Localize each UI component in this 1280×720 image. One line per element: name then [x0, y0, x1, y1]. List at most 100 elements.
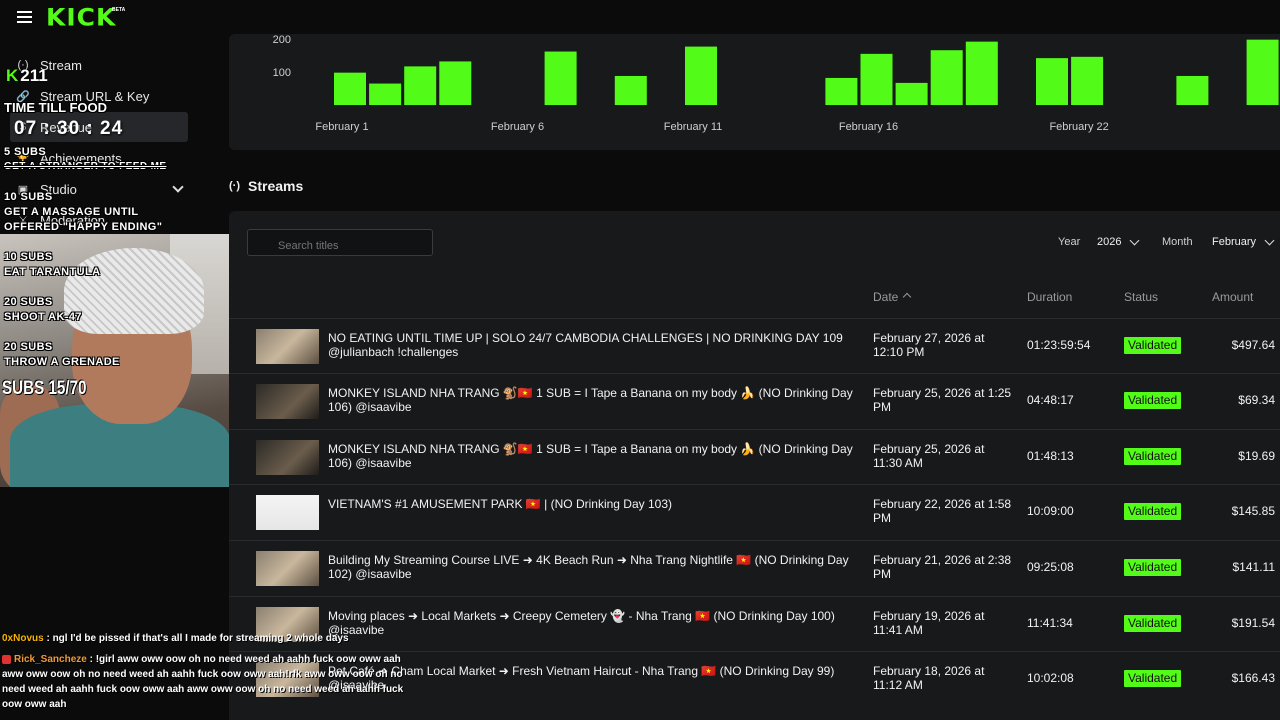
stream-amount: $497.64 [1231, 338, 1275, 352]
table-row[interactable]: MONKEY ISLAND NHA TRANG 🐒🇻🇳 1 SUB = I Ta… [229, 373, 1280, 428]
overlay-timer: 07 : 30 : 24 [14, 118, 124, 139]
table-row[interactable]: NO EATING UNTIL TIME UP | SOLO 24/7 CAMB… [229, 318, 1280, 373]
chat-text: !girl aww oww oow oh no need weed ah aah… [95, 654, 401, 665]
chart-bar[interactable] [825, 77, 858, 105]
search-input[interactable] [247, 229, 433, 256]
goal-subs: 20 SUBS [4, 341, 53, 353]
stream-thumbnail[interactable] [256, 384, 319, 419]
status-badge: Validated [1124, 670, 1182, 687]
chat-text: ngl I'd be pissed if that's all I made f… [52, 633, 349, 644]
chart-bar[interactable] [1071, 56, 1104, 105]
stream-duration: 04:48:17 [1027, 393, 1074, 407]
goal-subs: 5 SUBS [4, 146, 47, 158]
y-tick-label: 200 [273, 34, 291, 46]
stream-date: February 25, 2026 at 11:30 AM [873, 442, 985, 470]
chart-bar[interactable] [1036, 58, 1068, 105]
column-header-date[interactable]: Date [873, 290, 912, 304]
chart-bar[interactable] [895, 82, 928, 105]
stream-title[interactable]: MONKEY ISLAND NHA TRANG 🐒🇻🇳 1 SUB = I Ta… [328, 442, 853, 470]
stream-thumbnail[interactable] [256, 495, 319, 530]
goal-text: OFFERED "HAPPY ENDING" [4, 221, 163, 233]
stream-duration: 11:41:34 [1027, 616, 1073, 630]
stream-title[interactable]: NO EATING UNTIL TIME UP | SOLO 24/7 CAMB… [328, 331, 853, 359]
stream-thumbnail[interactable] [256, 440, 319, 475]
column-header-duration[interactable]: Duration [1027, 290, 1072, 304]
chat-username: 0xNovus [2, 633, 44, 644]
status-badge: Validated [1124, 503, 1182, 520]
chart-bar[interactable] [404, 66, 437, 105]
chart-bar[interactable] [1176, 75, 1209, 105]
goal-subs: 10 SUBS [4, 251, 53, 263]
stream-thumbnail[interactable] [256, 551, 319, 586]
top-bar: KICK BETA [0, 0, 1280, 34]
chart-bar[interactable] [544, 51, 577, 105]
chart-bar[interactable] [334, 72, 366, 105]
x-tick-label: February 1 [315, 121, 368, 133]
x-tick-label: February 22 [1049, 121, 1108, 133]
chart-bar[interactable] [439, 61, 472, 105]
overlay-title: TIME TILL FOOD [4, 100, 108, 115]
chart-bar[interactable] [930, 50, 963, 105]
chart-bar[interactable] [614, 75, 647, 105]
stream-amount: $145.85 [1231, 504, 1275, 518]
column-header-status[interactable]: Status [1124, 290, 1158, 304]
stream-duration: 10:09:00 [1027, 504, 1074, 518]
chart-bar[interactable] [860, 53, 893, 105]
stream-title[interactable]: Building My Streaming Course LIVE ➜ 4K B… [328, 553, 853, 581]
chart-bar[interactable] [1246, 39, 1279, 105]
y-tick-label: 100 [273, 67, 291, 79]
subs-progress: SUBS 15/70 [2, 378, 87, 399]
goal-text: EAT TARANTULA [4, 266, 101, 278]
streams-heading: (·) Streams [229, 178, 304, 194]
chat-message: aww oww oow oh no need weed ah aahh fuck… [2, 669, 403, 680]
status-badge: Validated [1124, 615, 1182, 632]
table-row[interactable]: VIETNAM'S #1 AMUSEMENT PARK 🇻🇳 | (NO Dri… [229, 484, 1280, 539]
stream-date: February 18, 2026 at 11:12 AM [873, 664, 985, 692]
month-label: Month [1162, 236, 1193, 248]
goal-subs: 20 SUBS [4, 296, 53, 308]
stream-duration: 09:25:08 [1027, 560, 1074, 574]
month-select[interactable]: February [1212, 236, 1256, 248]
column-header-amount[interactable]: Amount [1212, 290, 1253, 304]
table-row[interactable]: Building My Streaming Course LIVE ➜ 4K B… [229, 540, 1280, 595]
chat-message: need weed ah aahh fuck oow oww aah aww o… [2, 684, 404, 695]
chat-message: oow oww aah [2, 699, 67, 710]
kick-k-icon: K [6, 66, 19, 85]
stream-date: February 22, 2026 at 1:58 PM [873, 497, 1012, 525]
stream-amount: $19.69 [1238, 449, 1275, 463]
chat-username: Rick_Sancheze [14, 654, 87, 665]
x-tick-label: February 16 [839, 121, 898, 133]
revenue-chart: 200 100 February 1 February 6 February 11 Feb… [229, 34, 1280, 150]
chart-bar[interactable] [965, 41, 998, 105]
chat-message: Rick_Sancheze : !girl aww oww oow oh no … [2, 653, 401, 667]
status-badge: Validated [1124, 559, 1182, 576]
broadcast-icon: (·) [229, 180, 240, 192]
status-badge: Validated [1124, 337, 1182, 354]
table-row[interactable]: Moving places ➜ Local Markets ➜ Creepy C… [229, 596, 1280, 651]
goal-text: GET A STRANGER TO FEED ME [4, 161, 167, 172]
stream-title[interactable]: Moving places ➜ Local Markets ➜ Creepy C… [328, 609, 853, 637]
x-tick-label: February 11 [664, 121, 723, 133]
table-row[interactable]: MONKEY ISLAND NHA TRANG 🐒🇻🇳 1 SUB = I Ta… [229, 429, 1280, 484]
sort-asc-icon [903, 292, 912, 302]
menu-icon[interactable] [17, 11, 32, 23]
year-select[interactable]: 2026 [1097, 236, 1121, 248]
x-tick-label: February 6 [491, 121, 544, 133]
goal-subs: 10 SUBS [4, 191, 53, 203]
chart-bar[interactable] [685, 46, 717, 105]
goal-text: THROW A GRENADE [4, 356, 120, 368]
chart-bar[interactable] [369, 83, 402, 105]
stream-title[interactable]: Pet Café ➜ Cham Local Market ➜ Fresh Vie… [328, 664, 853, 692]
stream-amount: $141.11 [1232, 560, 1276, 574]
stream-date: February 21, 2026 at 2:38 PM [873, 553, 1012, 581]
stream-duration: 01:48:13 [1027, 449, 1074, 463]
stream-duration: 10:02:08 [1027, 671, 1074, 685]
stream-thumbnail[interactable] [256, 329, 319, 364]
viewer-count: K 211 [6, 66, 48, 85]
status-badge: Validated [1124, 448, 1182, 465]
kick-logo[interactable]: KICK [46, 4, 116, 32]
stream-title[interactable]: VIETNAM'S #1 AMUSEMENT PARK 🇻🇳 | (NO Dri… [328, 497, 853, 511]
stream-amount: $191.54 [1231, 616, 1275, 630]
stream-title[interactable]: MONKEY ISLAND NHA TRANG 🐒🇻🇳 1 SUB = I Ta… [328, 386, 853, 414]
goal-text: GET A MASSAGE UNTIL [4, 206, 139, 218]
